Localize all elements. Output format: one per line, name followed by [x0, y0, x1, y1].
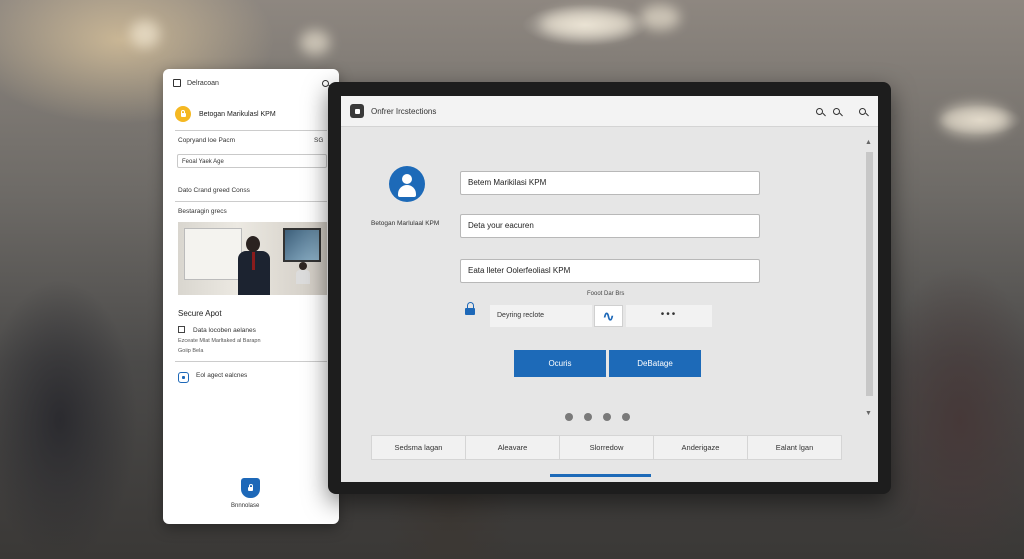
secure-title: Secure Apot: [178, 309, 222, 318]
lock-icon: [175, 106, 191, 122]
field-suffix: SG: [314, 137, 324, 144]
scrollbar[interactable]: ▲ ▼: [864, 139, 875, 422]
note-line: Ezceate Mlat Marltaked al Barapn: [178, 338, 261, 344]
user-avatar-icon: [389, 166, 425, 202]
tab-item[interactable]: Sedsma lagan: [372, 436, 466, 459]
segment-field[interactable]: Deyring reclote: [490, 305, 592, 327]
checkbox-label: Data locoben aelanes: [193, 327, 256, 334]
title-bar: Onfrer Ircstections: [341, 96, 878, 127]
shield-icon[interactable]: [241, 478, 260, 498]
page-dot[interactable]: [565, 413, 573, 421]
avatar-caption: Betogan Marlulaal KPM: [371, 220, 440, 227]
page-dot[interactable]: [584, 413, 592, 421]
scroll-thumb[interactable]: [866, 152, 873, 396]
search-icon[interactable]: [859, 107, 866, 115]
presentation-photo: [178, 222, 327, 295]
tab-item[interactable]: Ealant lgan: [748, 436, 841, 459]
org-name: Betogan Marikulasl KPM: [199, 110, 276, 118]
lock-outline-icon[interactable]: [178, 372, 189, 383]
data-input[interactable]: Deta your eacuren: [460, 214, 760, 238]
tab-item[interactable]: Aleavare: [466, 436, 560, 459]
app-icon: [350, 104, 364, 118]
pagination-dots[interactable]: [565, 413, 630, 421]
more-options-icon[interactable]: •••: [626, 305, 712, 327]
tablet-device: Onfrer Ircstections ▲ ▼ Betogan Marlulaa…: [328, 82, 891, 494]
small-label: Fooot Dar Brs: [587, 291, 625, 297]
link-icon[interactable]: ∿: [594, 305, 623, 327]
detail-input[interactable]: Eata lleter Oolerfeoliasl KPM: [460, 259, 760, 283]
lock-icon: [465, 302, 475, 315]
mobile-header-label: Delracoan: [187, 79, 219, 87]
divider: [175, 361, 327, 362]
page-dot[interactable]: [622, 413, 630, 421]
org-input[interactable]: Betem Marikilasi KPM: [460, 171, 760, 195]
window-title: Onfrer Ircstections: [371, 106, 437, 116]
org-row[interactable]: Betogan Marikulasl KPM: [175, 106, 276, 122]
scroll-down-icon[interactable]: ▼: [865, 410, 872, 418]
active-tab-indicator: [550, 474, 651, 477]
scroll-up-icon[interactable]: ▲: [865, 139, 872, 147]
footer-label: Bnnnolase: [231, 503, 260, 509]
app-icon: [173, 79, 181, 87]
tablet-screen: Onfrer Ircstections ▲ ▼ Betogan Marlulaa…: [341, 96, 878, 482]
photo-caption: Bestaragin grecs: [178, 208, 227, 215]
divider: [175, 130, 327, 131]
page-dot[interactable]: [603, 413, 611, 421]
tab-item[interactable]: Anderigaze: [654, 436, 748, 459]
mobile-panel: Delracoan Betogan Marikulasl KPM Copryan…: [163, 69, 339, 524]
search-icon[interactable]: [816, 107, 823, 115]
tab-bar: Sedsma lagan Aleavare Slorredow Anderiga…: [371, 435, 842, 460]
primary-button[interactable]: Ocuris: [514, 350, 606, 377]
name-input[interactable]: Feoal Yaek Age: [177, 154, 327, 168]
checkbox[interactable]: [178, 326, 185, 333]
secondary-button[interactable]: DeBatage: [609, 350, 701, 377]
lock-link-label[interactable]: Eol agect ealcnes: [196, 372, 247, 379]
section-label: Dato Crand greed Conss: [178, 187, 250, 194]
mobile-header: Delracoan: [173, 76, 329, 90]
search-icon[interactable]: [833, 107, 840, 115]
tab-item[interactable]: Slorredow: [560, 436, 654, 459]
divider: [175, 201, 327, 202]
note-line: Goiip Bela: [178, 348, 204, 354]
field-label: Copryand loe Pacm: [178, 137, 236, 144]
